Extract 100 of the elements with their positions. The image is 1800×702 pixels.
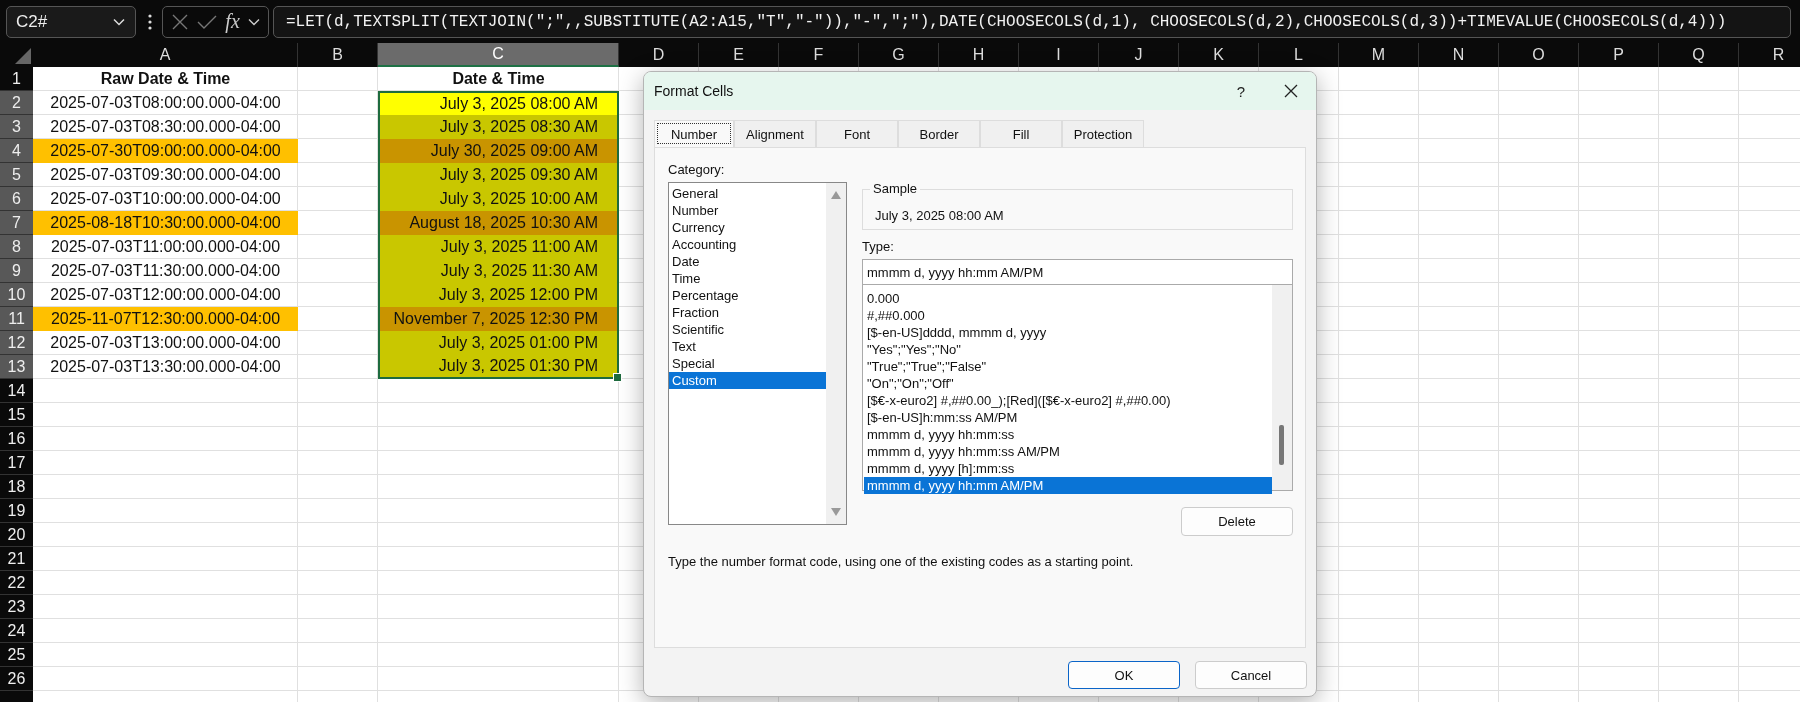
table-cell-text: 2025-07-03T12:00:00.000-04:00: [49, 285, 282, 305]
chevron-icon[interactable]: [113, 17, 125, 26]
more-options-icon[interactable]: [148, 13, 152, 30]
cancel-icon[interactable]: [171, 12, 190, 31]
sample-text: July 3, 2025 08:00 AM: [875, 208, 1004, 223]
column-header[interactable]: C: [378, 43, 619, 67]
tab[interactable]: Font: [816, 120, 898, 147]
list-item[interactable]: "On";"On";"Off": [864, 375, 1272, 392]
column-header[interactable]: G: [859, 43, 939, 67]
list-item[interactable]: Time: [669, 270, 826, 287]
row-header[interactable]: 2: [0, 91, 33, 115]
table-cell: July 3, 2025 11:00 AM: [378, 235, 619, 259]
close-icon: [1284, 84, 1298, 98]
list-item[interactable]: Number: [669, 202, 826, 219]
category-label: Category:: [668, 162, 726, 178]
type-label: Type:: [862, 239, 895, 255]
column-header[interactable]: I: [1019, 43, 1099, 67]
list-item[interactable]: Currency: [669, 219, 826, 236]
fill-handle[interactable]: [613, 373, 622, 382]
scrollbar[interactable]: [1272, 285, 1292, 490]
list-item[interactable]: mmmm d, yyyy [h]:mm:ss: [864, 460, 1272, 477]
check-icon[interactable]: [197, 13, 218, 30]
row-header[interactable]: 12: [0, 331, 33, 355]
table-cell: November 7, 2025 12:30 PM: [378, 307, 619, 331]
list-item[interactable]: 0.000: [864, 290, 1272, 307]
list-item[interactable]: General: [669, 185, 826, 202]
tab[interactable]: Border: [898, 120, 980, 147]
type-field[interactable]: mmmm d, yyyy hh:mm AM/PM: [862, 259, 1293, 285]
table-cell-text: 2025-07-03T13:30:00.000-04:00: [49, 357, 282, 377]
select-all-icon[interactable]: [15, 48, 31, 64]
list-item[interactable]: "True";"True";"False": [864, 358, 1272, 375]
group-label: Sample: [870, 181, 921, 197]
dialog-button[interactable]: OK: [1068, 661, 1180, 689]
table-cell: July 3, 2025 11:30 AM: [378, 259, 619, 283]
column-header[interactable]: H: [939, 43, 1019, 67]
table-cell: July 3, 2025 10:00 AM: [378, 187, 619, 211]
tab[interactable]: Alignment: [734, 120, 816, 147]
list-item[interactable]: Accounting: [669, 236, 826, 253]
table-cell-text: 2025-07-03T10:00:00.000-04:00: [49, 189, 282, 209]
column-header[interactable]: M: [1339, 43, 1419, 67]
list-item[interactable]: Special: [669, 355, 826, 372]
list-item[interactable]: Fraction: [669, 304, 826, 321]
down-arrow-icon[interactable]: [831, 508, 841, 516]
list-item[interactable]: mmmm d, yyyy hh:mm AM/PM: [864, 477, 1272, 494]
table-cell: July 3, 2025 01:00 PM: [378, 331, 619, 355]
row-header[interactable]: 8: [0, 235, 33, 259]
dialog-button[interactable]: Cancel: [1195, 661, 1307, 689]
list-item[interactable]: [$-en-US]h:mm:ss AM/PM: [864, 409, 1272, 426]
help-button[interactable]: ?: [1216, 72, 1266, 110]
row-header[interactable]: 9: [0, 259, 33, 283]
table-cell: July 3, 2025 08:30 AM: [378, 115, 619, 139]
column-header[interactable]: L: [1259, 43, 1339, 67]
list-item[interactable]: Percentage: [669, 287, 826, 304]
list-item[interactable]: mmmm d, yyyy hh:mm:ss: [864, 426, 1272, 443]
row-header[interactable]: 10: [0, 283, 33, 307]
list-item[interactable]: "Yes";"Yes";"No": [864, 341, 1272, 358]
scrollbar-thumb[interactable]: [1279, 425, 1284, 465]
column-header[interactable]: O: [1499, 43, 1579, 67]
column-header[interactable]: N: [1419, 43, 1499, 67]
list-item[interactable]: mmmm d, yyyy hh:mm:ss AM/PM: [864, 443, 1272, 460]
column-header[interactable]: D: [619, 43, 699, 67]
list-item[interactable]: Date: [669, 253, 826, 270]
column-header[interactable]: R: [1739, 43, 1800, 67]
column-header[interactable]: A: [33, 43, 298, 67]
list-item[interactable]: Custom: [669, 372, 826, 389]
row-header[interactable]: 13: [0, 355, 33, 379]
up-arrow-icon[interactable]: [831, 191, 841, 199]
column-header[interactable]: J: [1099, 43, 1179, 67]
chevron-icon[interactable]: [247, 17, 260, 26]
row-header[interactable]: 11: [0, 307, 33, 331]
insert-function-button[interactable]: fx: [225, 10, 240, 33]
column-header[interactable]: F: [779, 43, 859, 67]
row-header[interactable]: 3: [0, 115, 33, 139]
row-header[interactable]: 4: [0, 139, 33, 163]
table-cell-text: 2025-07-03T11:00:00.000-04:00: [49, 237, 282, 257]
table-cell: July 30, 2025 09:00 AM: [378, 139, 619, 163]
delete-button[interactable]: Delete: [1181, 507, 1293, 536]
table-cell: 2025-11-07T12:30:00.000-04:00: [33, 307, 298, 331]
list-item[interactable]: Text: [669, 338, 826, 355]
column-header[interactable]: E: [699, 43, 779, 67]
name-box[interactable]: C2#: [6, 5, 136, 38]
tab[interactable]: Fill: [980, 120, 1062, 147]
column-header[interactable]: B: [298, 43, 378, 67]
tab[interactable]: Protection: [1062, 120, 1144, 147]
column-header[interactable]: K: [1179, 43, 1259, 67]
formula-field[interactable]: =LET(d,TEXTSPLIT(TEXTJOIN(";",,SUBSTITUTE(A2:A15,"T","-")),"-",";"),DATE(CHOOSECOLS(d,1), CHOOSECOLS(d,2),CHOOSECOLS(d,3))+TIMEVALUE(CHOOSECOLS(d,4))): [273, 5, 1791, 38]
row-header[interactable]: 7: [0, 211, 33, 235]
column-header[interactable]: P: [1579, 43, 1659, 67]
tab[interactable]: Number: [654, 120, 734, 147]
list-item[interactable]: Scientific: [669, 321, 826, 338]
list-item[interactable]: #,##0.000: [864, 307, 1272, 324]
table-cell: July 3, 2025 12:00 PM: [378, 283, 619, 307]
format-list[interactable]: [862, 285, 1293, 491]
column-header[interactable]: Q: [1659, 43, 1739, 67]
row-header[interactable]: 6: [0, 187, 33, 211]
scrollbar[interactable]: [826, 183, 846, 524]
list-item[interactable]: [$-en-US]dddd, mmmm d, yyyy: [864, 324, 1272, 341]
list-item[interactable]: [$€-x-euro2] #,##0.00_);[Red]([$€-x-euro2] #,##0.00): [864, 392, 1272, 409]
category-list[interactable]: General Number Currency Accounting Date Time Percentage Fraction Scientific Text Special Custom: [668, 182, 847, 525]
row-header[interactable]: 5: [0, 163, 33, 187]
